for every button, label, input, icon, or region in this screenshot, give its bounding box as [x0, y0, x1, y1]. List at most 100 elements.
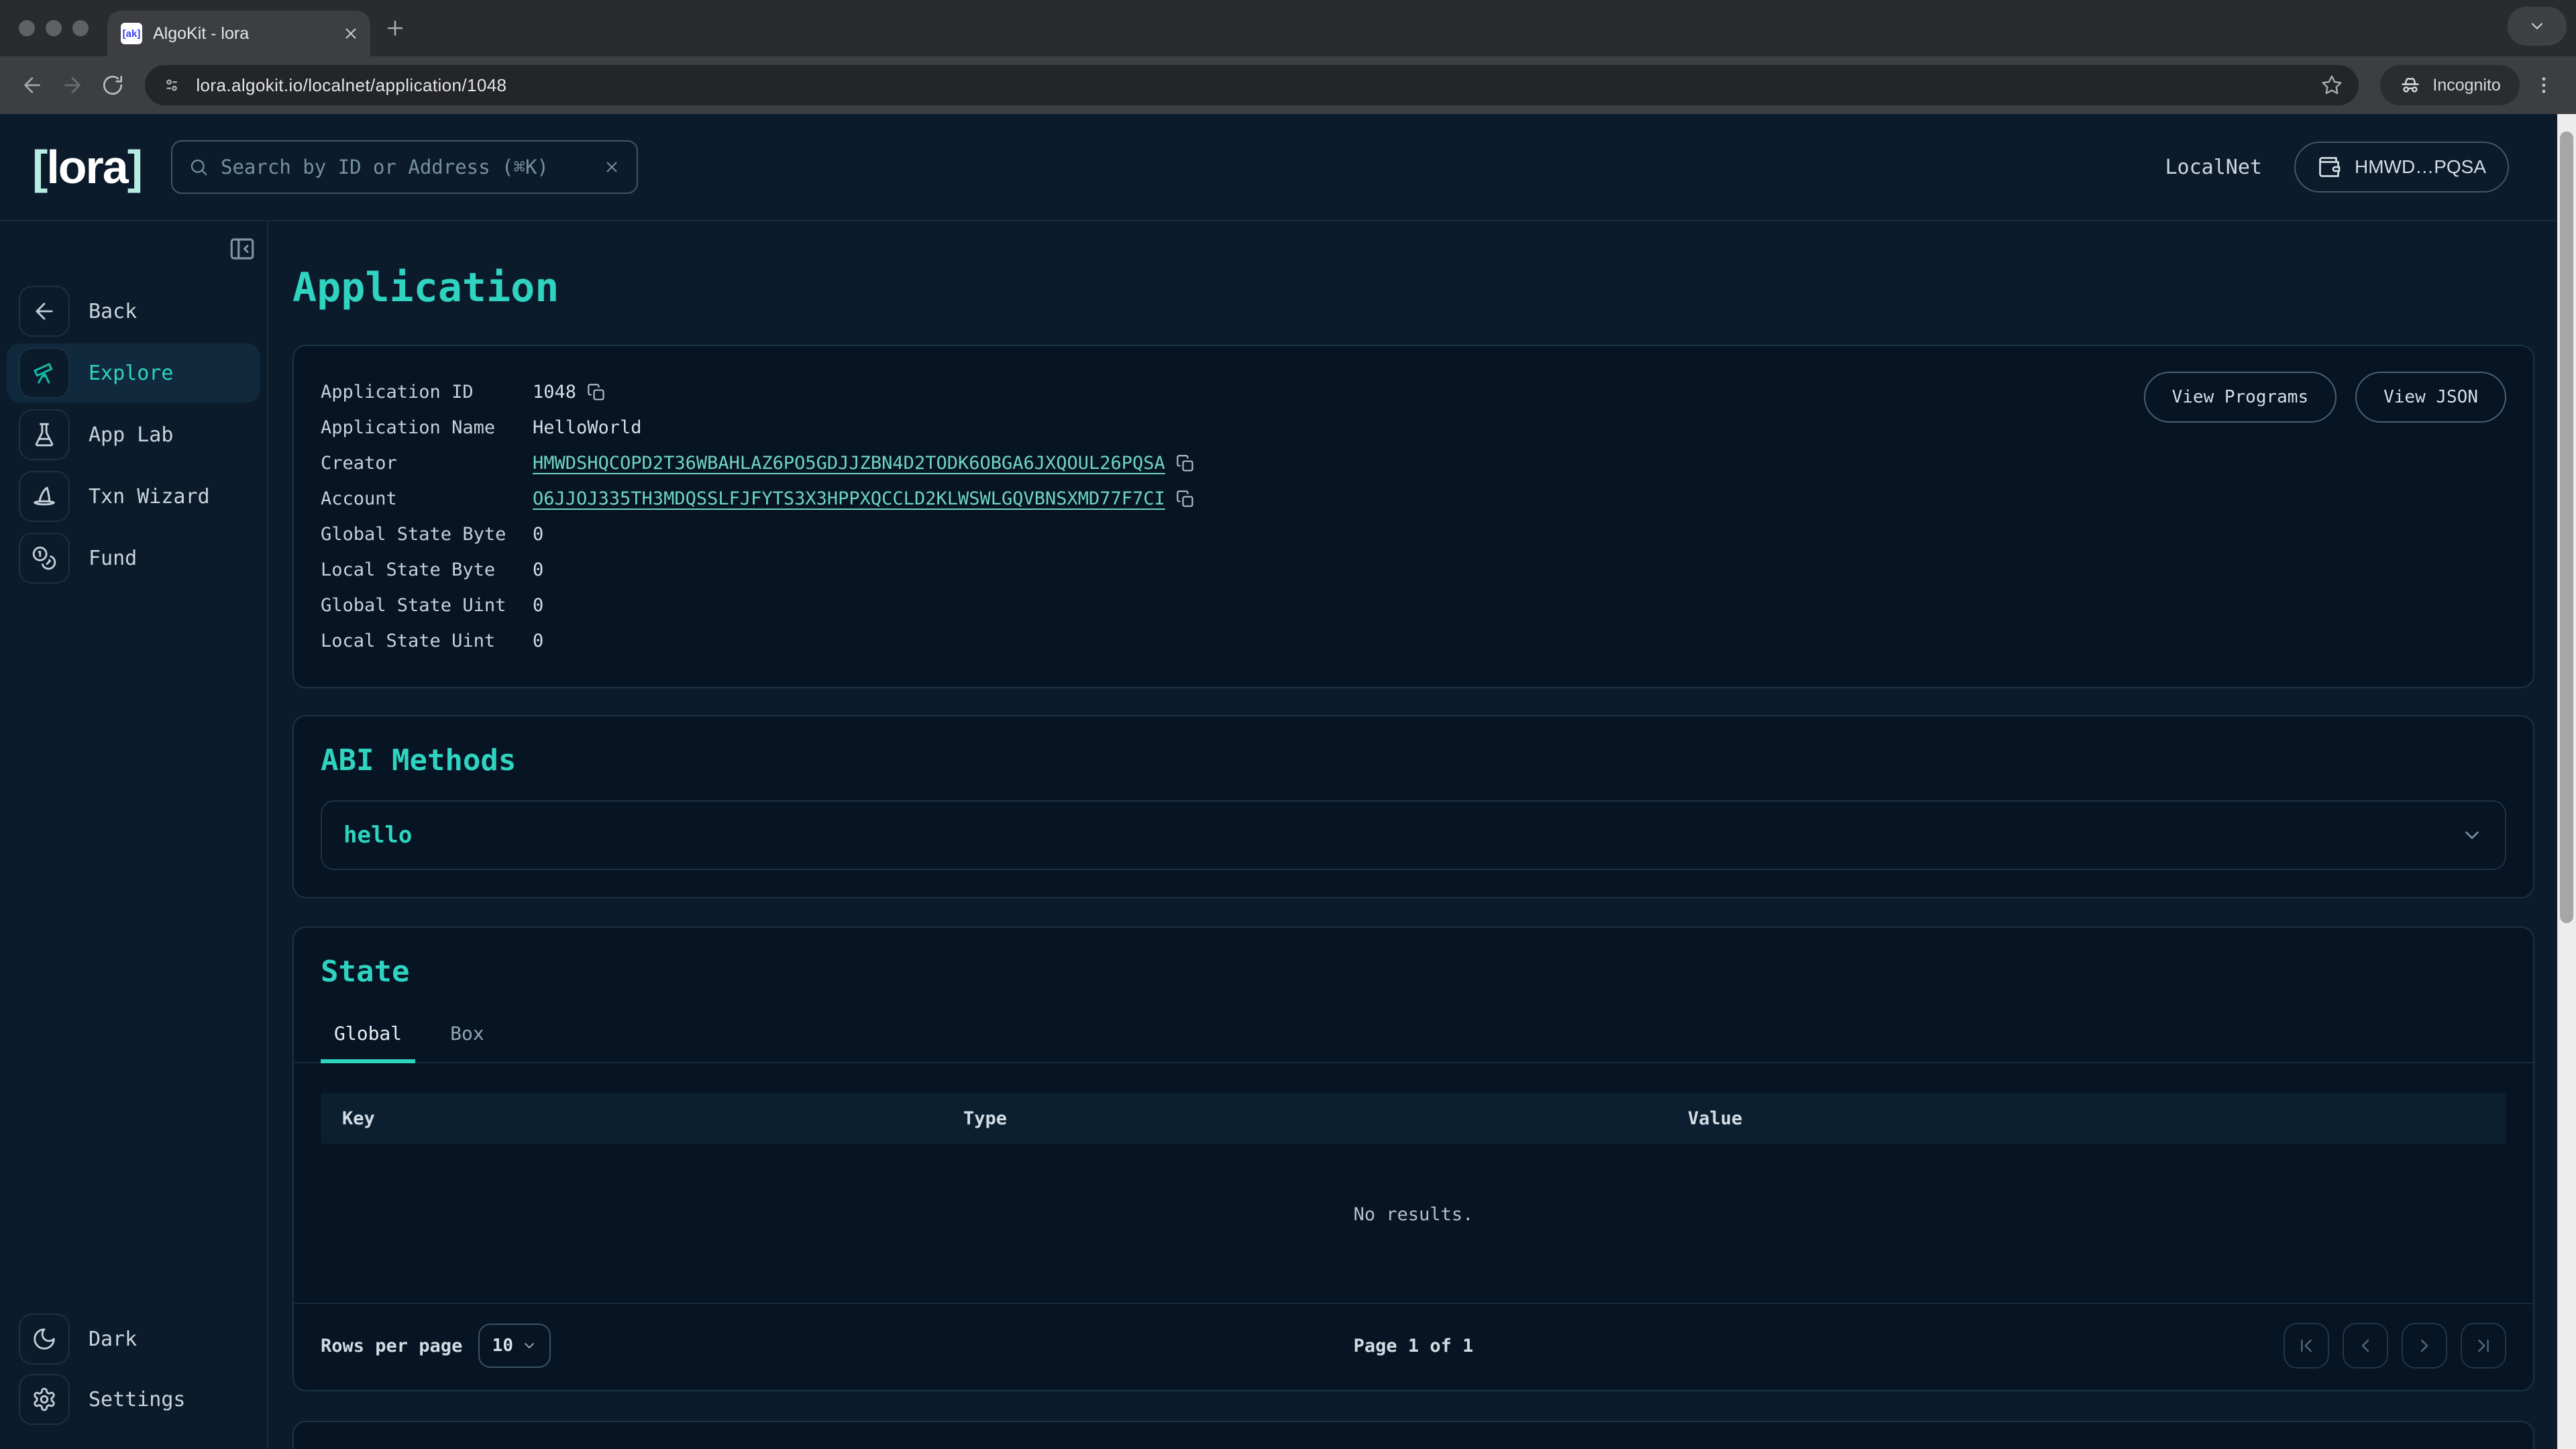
incognito-icon: [2399, 74, 2422, 97]
global-state-byte-value: 0: [533, 517, 543, 552]
detail-row: Global State Byte 0: [321, 517, 2506, 552]
state-heading: State: [294, 955, 2533, 989]
menu-dots-icon[interactable]: [2528, 66, 2560, 104]
sidebar-item-settings[interactable]: Settings: [7, 1370, 260, 1429]
empty-results-text: No results.: [294, 1144, 2533, 1303]
rows-per-page-select[interactable]: 10: [478, 1324, 551, 1368]
search-input[interactable]: [221, 156, 591, 178]
tab-global[interactable]: Global: [321, 1010, 415, 1063]
sidebar-item-explore[interactable]: Explore: [7, 343, 260, 402]
abi-methods-card: ABI Methods hello: [292, 715, 2534, 898]
copy-icon[interactable]: [1176, 490, 1195, 508]
view-json-button[interactable]: View JSON: [2355, 372, 2506, 423]
forward-icon[interactable]: [56, 66, 89, 104]
scrollbar-thumb[interactable]: [2560, 131, 2573, 923]
reload-icon[interactable]: [97, 66, 129, 104]
global-state-uint-value: 0: [533, 588, 543, 623]
last-page-button[interactable]: [2461, 1323, 2506, 1368]
minimize-window-button[interactable]: [46, 20, 62, 36]
application-id-value: 1048: [533, 374, 576, 410]
url-text[interactable]: lora.algokit.io/localnet/application/104…: [196, 75, 2308, 96]
incognito-badge: Incognito: [2380, 65, 2519, 105]
collapse-sidebar-icon[interactable]: [228, 235, 256, 263]
logo-bracket-right: ]: [127, 140, 142, 194]
sidebar: Back Explore App Lab Txn Wizard: [0, 221, 268, 1449]
tab-box[interactable]: Box: [437, 1010, 498, 1063]
close-window-button[interactable]: [19, 20, 35, 36]
account-address-link[interactable]: O6JJOJ335TH3MDQSSLFJFYTS3X3HPPXQCCLD2KLW…: [533, 481, 1165, 517]
maximize-window-button[interactable]: [72, 20, 89, 36]
detail-label: Account: [321, 481, 533, 517]
pagination: [2284, 1323, 2506, 1368]
first-page-button[interactable]: [2284, 1323, 2329, 1368]
chevron-down-icon: [2461, 824, 2483, 847]
detail-row: Account O6JJOJ335TH3MDQSSLFJFYTS3X3HPPXQ…: [321, 481, 2506, 517]
wallet-icon: [2317, 155, 2341, 179]
detail-label: Application Name: [321, 410, 533, 445]
sidebar-item-label: Explore: [89, 362, 173, 385]
wallet-button[interactable]: HMWD…PQSA: [2294, 142, 2509, 193]
search-clear-icon[interactable]: [603, 158, 621, 176]
sidebar-item-app-lab[interactable]: App Lab: [7, 405, 260, 464]
telescope-icon: [19, 347, 70, 398]
tab-close-icon[interactable]: [342, 25, 360, 42]
page-scrollbar[interactable]: [2557, 114, 2576, 1449]
sidebar-item-label: Settings: [89, 1388, 186, 1411]
previous-page-button[interactable]: [2343, 1323, 2388, 1368]
browser-toolbar: lora.algokit.io/localnet/application/104…: [0, 56, 2576, 114]
bookmark-star-icon[interactable]: [2321, 74, 2343, 96]
sidebar-item-txn-wizard[interactable]: Txn Wizard: [7, 467, 260, 526]
url-bar[interactable]: lora.algokit.io/localnet/application/104…: [145, 65, 2359, 105]
app-header: [lora] LocalNet HMWD…PQSA: [0, 114, 2576, 221]
site-controls-icon[interactable]: [161, 74, 182, 96]
logo-bracket-left: [: [32, 140, 46, 194]
detail-label: Local State Uint: [321, 623, 533, 659]
sidebar-item-label: Back: [89, 300, 137, 323]
detail-row: Creator HMWDSHQCOPD2T36WBAHLAZ6PO5GDJJZB…: [321, 445, 2506, 481]
tab-search-chevron-icon[interactable]: [2508, 7, 2567, 46]
search-box[interactable]: [171, 140, 638, 194]
detail-label: Global State Byte: [321, 517, 533, 552]
abi-method-accordion[interactable]: hello: [321, 800, 2506, 870]
detail-row: Global State Uint 0: [321, 588, 2506, 623]
state-tabs: Global Box: [294, 1010, 2533, 1063]
sidebar-item-back[interactable]: Back: [7, 282, 260, 341]
detail-row: Local State Byte 0: [321, 552, 2506, 588]
creator-address-link[interactable]: HMWDSHQCOPD2T36WBAHLAZ6PO5GDJJZBN4D2TODK…: [533, 445, 1165, 481]
coins-icon: [19, 533, 70, 584]
rows-per-page-label: Rows per page: [321, 1336, 462, 1356]
back-icon[interactable]: [16, 66, 48, 104]
moon-icon: [19, 1313, 70, 1364]
incognito-label: Incognito: [2432, 76, 2500, 95]
wizard-hat-icon: [19, 471, 70, 522]
copy-icon[interactable]: [587, 383, 606, 402]
application-name-value: HelloWorld: [533, 410, 642, 445]
sidebar-item-theme-dark[interactable]: Dark: [7, 1309, 260, 1368]
activity-card: Activity Live Transactions Historical Tr…: [292, 1421, 2534, 1449]
view-programs-button[interactable]: View Programs: [2144, 372, 2337, 423]
sidebar-item-label: App Lab: [89, 423, 173, 447]
traffic-lights[interactable]: [0, 20, 107, 36]
abi-methods-heading: ABI Methods: [321, 743, 2506, 777]
application-details-card: Application ID 1048 Application Name Hel…: [292, 345, 2534, 688]
rows-per-page-value: 10: [492, 1336, 513, 1356]
copy-icon[interactable]: [1176, 454, 1195, 473]
sidebar-item-label: Fund: [89, 547, 137, 570]
browser-window: [ak] AlgoKit - lora lora.algokit.io/l: [0, 0, 2576, 1449]
detail-label: Global State Uint: [321, 588, 533, 623]
lora-logo[interactable]: [lora]: [32, 140, 142, 194]
new-tab-icon[interactable]: [384, 17, 407, 40]
main-content: Application Application ID 1048 Applicat…: [268, 221, 2576, 1449]
sidebar-item-fund[interactable]: Fund: [7, 529, 260, 588]
network-label[interactable]: LocalNet: [2165, 156, 2263, 179]
tab-title: AlgoKit - lora: [153, 24, 331, 44]
browser-tab[interactable]: [ak] AlgoKit - lora: [107, 11, 370, 56]
detail-label: Application ID: [321, 374, 533, 410]
state-table-header: Key Type Value: [321, 1093, 2506, 1144]
next-page-button[interactable]: [2402, 1323, 2447, 1368]
detail-row: Local State Uint 0: [321, 623, 2506, 659]
column-value: Value: [1688, 1108, 2506, 1129]
page-title: Application: [292, 264, 2534, 311]
column-key: Key: [321, 1108, 963, 1129]
sidebar-item-label: Txn Wizard: [89, 485, 210, 508]
